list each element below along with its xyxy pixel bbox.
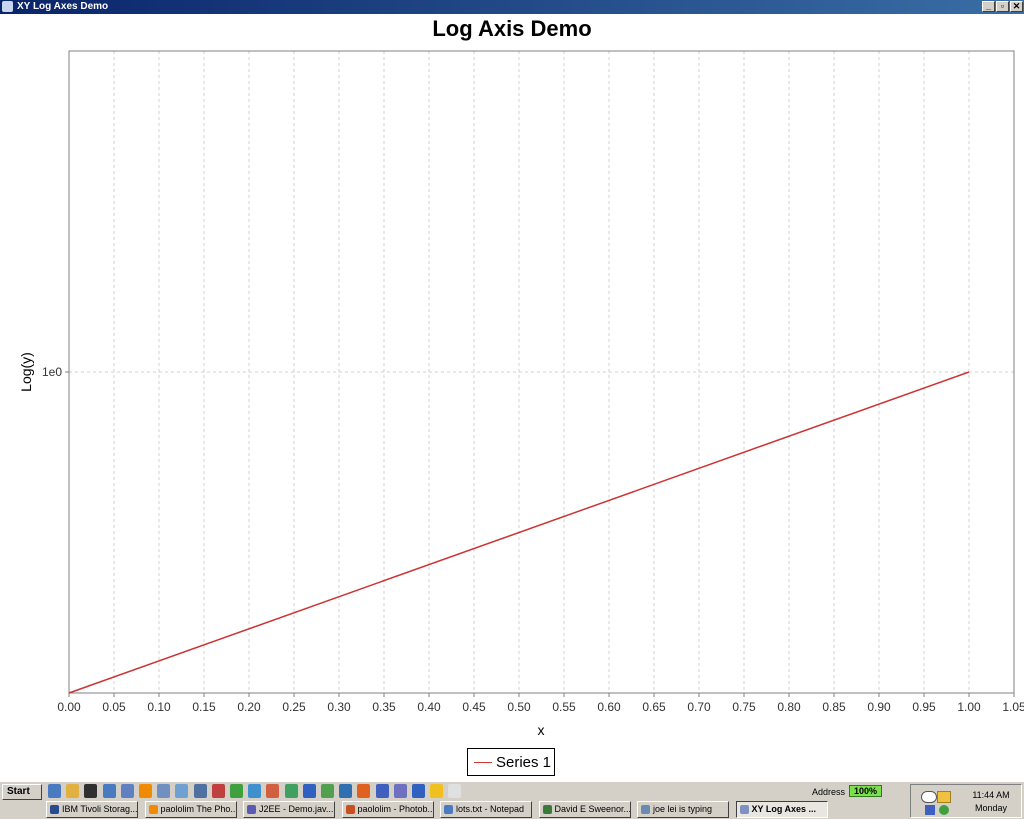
clock-day: Monday bbox=[974, 803, 1008, 813]
quick-launch-icon[interactable] bbox=[48, 784, 61, 798]
quick-launch-icon[interactable] bbox=[357, 784, 371, 798]
task-label: IBM Tivoli Storag... bbox=[62, 804, 138, 814]
quick-launch-icon[interactable] bbox=[284, 784, 298, 798]
task-label: joe lei is typing bbox=[653, 804, 713, 814]
task-app-icon bbox=[50, 805, 59, 814]
legend-swatch bbox=[474, 762, 492, 763]
x-tick-label: 0.65 bbox=[642, 700, 666, 714]
taskbar-button[interactable]: joe lei is typing bbox=[637, 801, 729, 818]
network-icon[interactable] bbox=[925, 805, 935, 815]
grid-lines bbox=[69, 51, 1014, 693]
quick-launch-icon[interactable] bbox=[448, 784, 462, 798]
windows-taskbar: Start IBM Tivoli Storag... paololim The P… bbox=[0, 781, 1024, 819]
y-tick-label: 1e0 bbox=[42, 365, 62, 379]
task-app-icon bbox=[444, 805, 453, 814]
quick-launch-icon[interactable] bbox=[230, 784, 243, 798]
address-label: Address bbox=[812, 787, 846, 797]
task-app-icon bbox=[542, 805, 552, 814]
taskbar-button[interactable]: J2EE - Demo.jav... bbox=[243, 801, 335, 818]
x-tick-label: 0.50 bbox=[507, 700, 531, 714]
quick-launch-icon[interactable] bbox=[393, 784, 407, 798]
task-app-icon bbox=[345, 805, 355, 814]
x-axis-ticks: 0.00 0.05 0.10 0.15 0.20 0.25 0.30 0.35 0.40 0.45… bbox=[57, 693, 1024, 714]
task-app-icon bbox=[739, 805, 749, 814]
x-tick-label: 0.35 bbox=[372, 700, 396, 714]
taskbar-button[interactable]: XY Log Axes ... bbox=[735, 801, 828, 818]
quick-launch-icon[interactable] bbox=[102, 784, 116, 798]
x-tick-label: 0.60 bbox=[597, 700, 621, 714]
task-label: David E Sweenor... bbox=[554, 804, 631, 814]
x-tick-label: 0.75 bbox=[732, 700, 756, 714]
task-app-icon bbox=[247, 805, 256, 814]
taskbar-button[interactable]: IBM Tivoli Storag... bbox=[46, 801, 138, 818]
quick-launch-icon[interactable] bbox=[302, 784, 316, 798]
x-tick-label: 1.00 bbox=[957, 700, 981, 714]
chart-legend: Series 1 bbox=[467, 748, 555, 776]
quick-launch-icon[interactable] bbox=[84, 784, 98, 798]
system-clock[interactable]: 11:44 AM Monday bbox=[966, 789, 1016, 815]
legend-label: Series 1 bbox=[496, 754, 552, 771]
start-label: Start bbox=[7, 786, 30, 797]
quick-launch-icon[interactable] bbox=[339, 784, 353, 798]
x-tick-label: 0.70 bbox=[687, 700, 711, 714]
quick-launch-icon[interactable] bbox=[266, 784, 280, 798]
taskbar-button[interactable]: paololim The Pho... bbox=[144, 801, 237, 818]
task-label: lots.txt - Notepad bbox=[456, 804, 525, 814]
x-tick-label: 0.00 bbox=[57, 700, 81, 714]
x-tick-label: 0.05 bbox=[102, 700, 126, 714]
x-tick-label: 0.45 bbox=[462, 700, 486, 714]
quick-launch-icon[interactable] bbox=[375, 784, 389, 798]
task-label: paololim The Pho... bbox=[160, 804, 237, 814]
taskbar-button[interactable]: lots.txt - Notepad bbox=[440, 801, 532, 818]
x-tick-label: 0.10 bbox=[147, 700, 171, 714]
start-button[interactable]: Start bbox=[2, 784, 42, 800]
quick-launch-icon[interactable] bbox=[139, 784, 152, 798]
x-tick-label: 0.20 bbox=[237, 700, 261, 714]
task-app-icon bbox=[148, 805, 158, 814]
quick-launch-icon[interactable] bbox=[248, 784, 262, 798]
quick-launch-icon[interactable] bbox=[412, 784, 425, 798]
x-tick-label: 0.40 bbox=[417, 700, 441, 714]
volume-icon[interactable] bbox=[939, 805, 949, 815]
chart-canvas: 0.00 0.05 0.10 0.15 0.20 0.25 0.30 0.35 0.40 0.45… bbox=[18, 50, 1024, 738]
zoom-level[interactable]: 100% bbox=[849, 785, 882, 797]
plot-area-border bbox=[68, 50, 1015, 694]
taskbar-button[interactable]: David E Sweenor... bbox=[538, 801, 631, 818]
x-tick-label: 0.90 bbox=[867, 700, 891, 714]
task-app-icon bbox=[641, 805, 650, 814]
quick-launch-icon[interactable] bbox=[175, 784, 189, 798]
quick-launch-icon[interactable] bbox=[321, 784, 334, 798]
y-axis-ticks: 1e0 bbox=[42, 365, 69, 379]
task-label: paololim - Photob... bbox=[357, 804, 434, 814]
x-tick-label: 0.30 bbox=[327, 700, 351, 714]
quick-launch-icon[interactable] bbox=[157, 784, 171, 798]
quick-launch-icon[interactable] bbox=[120, 784, 134, 798]
messenger-icon[interactable] bbox=[921, 791, 937, 803]
taskbar-button[interactable]: paololim - Photob... bbox=[341, 801, 434, 818]
quick-launch-icon[interactable] bbox=[211, 784, 225, 798]
x-tick-label: 0.25 bbox=[282, 700, 306, 714]
x-tick-label: 0.15 bbox=[192, 700, 216, 714]
x-tick-label: 0.95 bbox=[912, 700, 936, 714]
quick-launch-icon[interactable] bbox=[430, 784, 444, 798]
clock-time: 11:44 AM bbox=[972, 790, 1010, 800]
quick-launch-icon[interactable] bbox=[193, 784, 207, 798]
x-axis-label: x bbox=[538, 722, 545, 738]
x-tick-label: 0.85 bbox=[822, 700, 846, 714]
x-tick-label: 0.80 bbox=[777, 700, 801, 714]
quick-launch-icon[interactable] bbox=[66, 784, 80, 798]
task-label: J2EE - Demo.jav... bbox=[259, 804, 334, 814]
x-tick-label: 1.05 bbox=[1002, 700, 1024, 714]
task-label: XY Log Axes ... bbox=[751, 804, 817, 814]
folder-icon[interactable] bbox=[937, 791, 951, 803]
y-axis-label: Log(y) bbox=[18, 352, 34, 392]
x-tick-label: 0.55 bbox=[552, 700, 576, 714]
